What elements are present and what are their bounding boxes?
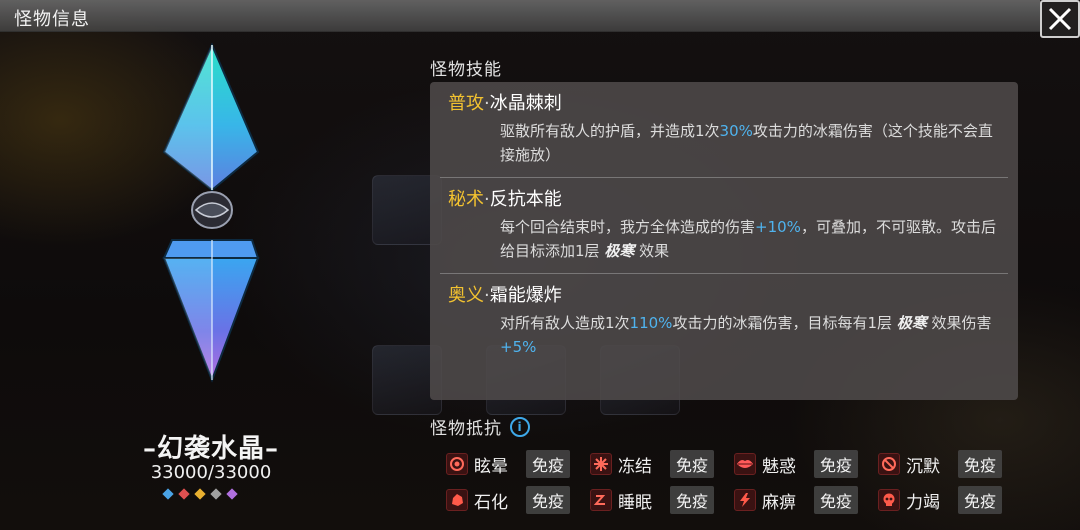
skill-type: 奥义 bbox=[448, 285, 484, 306]
freeze-icon bbox=[590, 453, 612, 475]
skills-panel: 普攻·冰晶棘刺驱散所有敌人的护盾，并造成1次30%攻击力的冰霜伤害（这个技能不会… bbox=[430, 82, 1018, 400]
window-title: 怪物信息 bbox=[14, 9, 90, 30]
resistance-item: 沉默 免疫 bbox=[878, 450, 1022, 478]
resistance-name: 魅惑 bbox=[762, 456, 796, 477]
skill-value: +10% bbox=[755, 218, 801, 236]
skill-title: 普攻·冰晶棘刺 bbox=[448, 92, 1000, 116]
rarity-gems bbox=[162, 488, 238, 500]
resistance-value: 免疫 bbox=[670, 486, 715, 514]
skill-entry: 奥义·霜能爆炸对所有敌人造成1次110%攻击力的冰霜伤害，目标每有1层 极寒 效… bbox=[440, 273, 1008, 369]
close-button[interactable] bbox=[1040, 0, 1080, 38]
monster-name: –幻袭水晶– bbox=[142, 434, 279, 464]
resistance-name: 麻痹 bbox=[762, 492, 796, 513]
skill-description: 对所有敌人造成1次110%攻击力的冰霜伤害，目标每有1层 极寒 效果伤害 +5% bbox=[500, 311, 1000, 359]
resistance-name: 力竭 bbox=[906, 492, 940, 513]
skill-entry: 普攻·冰晶棘刺驱散所有敌人的护盾，并造成1次30%攻击力的冰霜伤害（这个技能不会… bbox=[430, 82, 1018, 177]
crystal-icon bbox=[162, 42, 260, 383]
monster-hp: 33000/33000 bbox=[150, 462, 272, 483]
resistance-item: 魅惑 免疫 bbox=[734, 450, 878, 478]
skill-type: 秘术 bbox=[448, 189, 484, 210]
lightning-icon bbox=[734, 489, 756, 511]
skills-heading: 怪物技能 bbox=[430, 60, 502, 80]
rarity-gem-icon bbox=[210, 488, 222, 500]
resistance-value: 免疫 bbox=[526, 486, 571, 514]
rarity-gem-icon bbox=[178, 488, 190, 500]
dizzy-icon bbox=[446, 453, 468, 475]
resistances-heading-label: 怪物抵抗 bbox=[430, 419, 502, 439]
status-keyword: 极寒 bbox=[604, 242, 635, 260]
title-bar: 怪物信息 bbox=[0, 0, 1040, 32]
info-icon[interactable]: i bbox=[510, 416, 530, 437]
skill-text: 驱散所有敌人的护盾，并造成1次 bbox=[500, 122, 720, 140]
skill-entry: 秘术·反抗本能每个回合结束时，我方全体造成的伤害+10%，可叠加，不可驱散。攻击… bbox=[440, 177, 1008, 273]
skill-name: 反抗本能 bbox=[489, 189, 562, 210]
skill-text: 攻击力的冰霜伤害，目标每有1层 bbox=[672, 314, 897, 332]
resistance-name: 睡眠 bbox=[618, 492, 652, 513]
resistances-heading: 怪物抵抗 i bbox=[430, 414, 530, 439]
silence-icon bbox=[878, 453, 900, 475]
resistance-name: 沉默 bbox=[906, 456, 940, 477]
petrify-icon bbox=[446, 489, 468, 511]
skill-description: 驱散所有敌人的护盾，并造成1次30%攻击力的冰霜伤害（这个技能不会直接施放） bbox=[500, 119, 1000, 167]
resistance-item: 石化 免疫 bbox=[446, 486, 590, 514]
skill-text: 每个回合结束时，我方全体造成的伤害 bbox=[500, 218, 756, 236]
skill-title: 奥义·霜能爆炸 bbox=[448, 284, 1000, 308]
resistance-value: 免疫 bbox=[958, 450, 1003, 478]
skill-text: 对所有敌人造成1次 bbox=[500, 314, 630, 332]
rarity-gem-icon bbox=[226, 488, 238, 500]
resistance-value: 免疫 bbox=[814, 486, 859, 514]
skill-value: 30% bbox=[719, 122, 753, 140]
resistance-item: 睡眠 免疫 bbox=[590, 486, 734, 514]
skill-type: 普攻 bbox=[448, 93, 484, 114]
lips-icon bbox=[734, 453, 756, 475]
skill-value: +5% bbox=[500, 338, 537, 356]
resistance-name: 冻结 bbox=[618, 456, 652, 477]
sleep-icon bbox=[590, 489, 612, 511]
skill-name: 霜能爆炸 bbox=[489, 285, 562, 306]
skill-value: 110% bbox=[629, 314, 673, 332]
resistance-item: 眩晕 免疫 bbox=[446, 450, 590, 478]
resistance-value: 免疫 bbox=[526, 450, 571, 478]
skill-text: 效果 bbox=[634, 242, 670, 260]
resistance-item: 麻痹 免疫 bbox=[734, 486, 878, 514]
resistance-item: 力竭 免疫 bbox=[878, 486, 1022, 514]
close-icon bbox=[1048, 7, 1072, 31]
resistance-item: 冻结 免疫 bbox=[590, 450, 734, 478]
rarity-gem-icon bbox=[162, 488, 174, 500]
resistance-value: 免疫 bbox=[958, 486, 1003, 514]
skill-description: 每个回合结束时，我方全体造成的伤害+10%，可叠加，不可驱散。攻击后给目标添加1… bbox=[500, 215, 1000, 263]
resistance-value: 免疫 bbox=[670, 450, 715, 478]
skill-name: 冰晶棘刺 bbox=[489, 93, 562, 114]
resistance-name: 石化 bbox=[474, 492, 508, 513]
resistance-name: 眩晕 bbox=[474, 456, 508, 477]
status-keyword: 极寒 bbox=[896, 314, 927, 332]
resistance-value: 免疫 bbox=[814, 450, 859, 478]
resistances-grid: 眩晕 免疫 冻结 免疫 魅惑 免疫 沉默 免疫 石化 免疫 睡眠 免疫 麻痹 免疫 力竭 免疫 bbox=[446, 450, 1022, 514]
skill-text: 效果伤害 bbox=[926, 314, 992, 332]
skull-icon bbox=[878, 489, 900, 511]
rarity-gem-icon bbox=[194, 488, 206, 500]
monster-portrait bbox=[150, 40, 280, 390]
skill-title: 秘术·反抗本能 bbox=[448, 188, 1000, 212]
